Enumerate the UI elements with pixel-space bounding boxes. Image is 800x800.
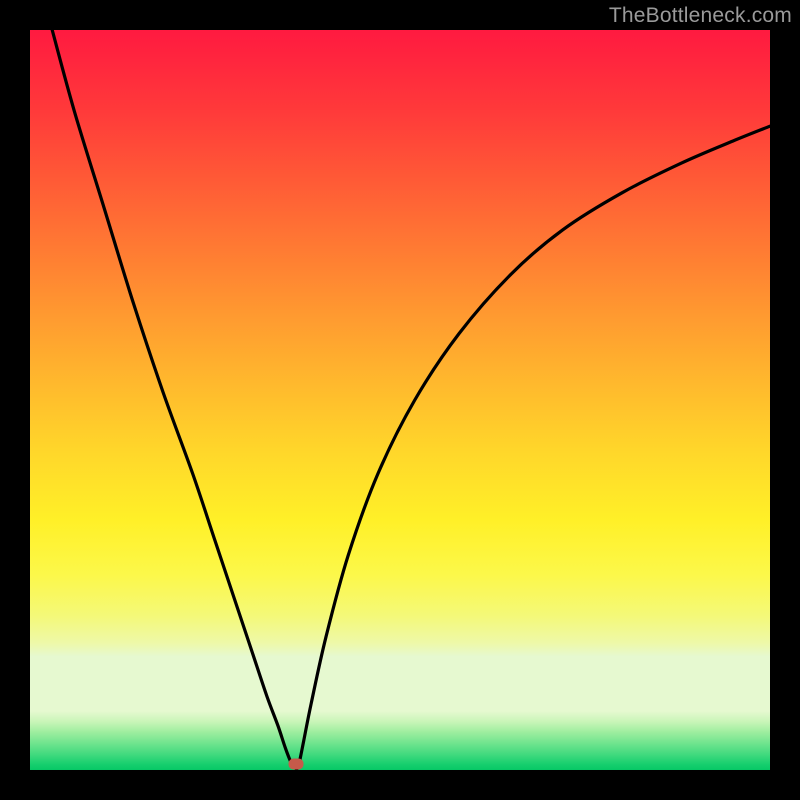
watermark-text: TheBottleneck.com bbox=[609, 4, 792, 28]
bottleneck-curve bbox=[30, 30, 770, 770]
optimal-marker bbox=[289, 759, 304, 770]
chart-frame: TheBottleneck.com bbox=[0, 0, 800, 800]
curve-path bbox=[52, 30, 770, 769]
plot-area bbox=[30, 30, 770, 770]
